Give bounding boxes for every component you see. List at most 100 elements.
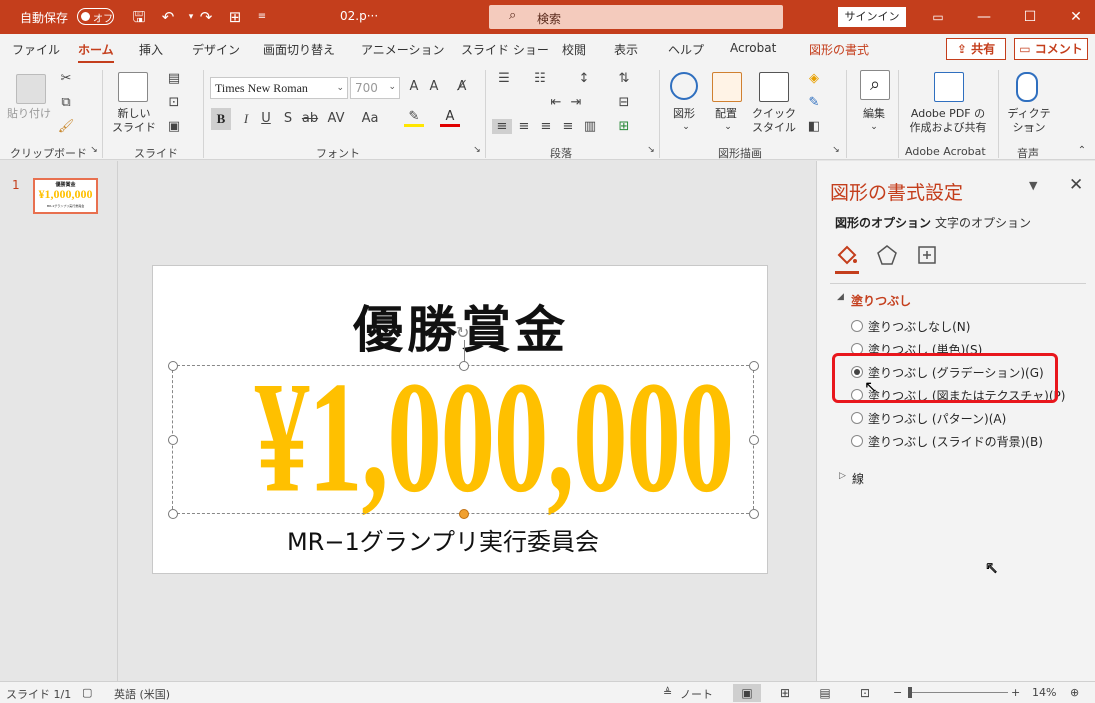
shadow-button[interactable]: S — [278, 111, 298, 126]
resize-handle-se[interactable] — [749, 509, 759, 519]
tab-acrobat[interactable]: Acrobat — [730, 41, 776, 55]
resize-handle-nw[interactable] — [168, 361, 178, 371]
tab-home[interactable]: ホーム — [78, 41, 114, 63]
tab-insert[interactable]: 挿入 — [139, 41, 163, 58]
tab-view[interactable]: 表示 — [614, 41, 638, 58]
char-spacing-icon[interactable]: AV — [326, 111, 346, 126]
italic-button[interactable]: I — [236, 111, 256, 127]
tab-animations[interactable]: アニメーション — [361, 41, 445, 58]
justify-icon[interactable]: ≡ — [558, 119, 578, 134]
comment-button[interactable]: ▭ コメント — [1014, 38, 1088, 60]
quick-styles-label-2[interactable]: スタイル — [748, 121, 800, 134]
effects-icon[interactable] — [875, 243, 899, 267]
zoom-slider-thumb[interactable] — [908, 687, 912, 698]
layout-icon[interactable]: ▤ — [164, 71, 184, 86]
chevron-down-icon[interactable]: ⌄ — [864, 121, 884, 134]
close-icon[interactable]: ✕ — [1069, 175, 1083, 195]
adobe-pdf-label-1[interactable]: Adobe PDF の — [904, 107, 992, 120]
shape-outline-icon[interactable]: ✎ — [804, 95, 824, 110]
tab-help[interactable]: ヘルプ — [668, 41, 704, 58]
align-left-icon[interactable]: ≡ — [492, 119, 512, 134]
arrange-icon[interactable] — [712, 72, 742, 102]
reading-view-button[interactable]: ▤ — [811, 684, 839, 702]
paste-icon[interactable] — [16, 74, 46, 104]
tab-design[interactable]: デザイン — [192, 41, 240, 58]
zoom-in-icon[interactable]: + — [1011, 686, 1020, 699]
font-color-icon[interactable]: A — [440, 109, 460, 127]
chevron-down-icon[interactable]: ⌄ — [676, 121, 696, 134]
new-slide-icon[interactable] — [118, 72, 148, 102]
fit-to-window-icon[interactable]: ⊕ — [1070, 686, 1079, 699]
normal-view-button[interactable]: ▣ — [733, 684, 761, 702]
resize-handle-e[interactable] — [749, 435, 759, 445]
slide-sorter-button[interactable]: ⊞ — [771, 684, 799, 702]
resize-handle-ne[interactable] — [749, 361, 759, 371]
reset-icon[interactable]: ⊡ — [164, 95, 184, 110]
clear-format-icon[interactable]: A̸ — [452, 79, 472, 94]
redo-icon[interactable]: ↷ — [195, 6, 217, 28]
shrink-font-icon[interactable]: A — [424, 79, 444, 94]
zoom-level[interactable]: 14% — [1032, 686, 1056, 699]
format-painter-icon[interactable]: 🖌 — [56, 119, 76, 134]
text-direction-icon[interactable]: ⇅ — [614, 71, 634, 86]
paste-button-label[interactable]: 貼り付け — [6, 107, 52, 120]
share-button[interactable]: ⇪ 共有 — [946, 38, 1006, 60]
edit-label[interactable]: 編集 — [852, 107, 896, 120]
customize-qat-icon[interactable]: ≡ — [251, 6, 273, 28]
line-spacing-icon[interactable]: ↕ — [574, 71, 594, 86]
zoom-out-icon[interactable]: − — [893, 686, 902, 699]
adobe-pdf-icon[interactable] — [934, 72, 964, 102]
signin-button[interactable]: サインイン — [838, 7, 906, 27]
drawing-launcher-icon[interactable]: ↘ — [826, 145, 846, 155]
shapes-icon[interactable] — [670, 72, 698, 100]
shapes-label[interactable]: 図形 — [664, 107, 704, 120]
microphone-icon[interactable] — [1016, 72, 1038, 102]
new-slide-label-2[interactable]: スライド — [106, 121, 162, 134]
copy-icon[interactable]: ⧉ — [56, 95, 76, 110]
language-status[interactable]: 英語 (米国) — [114, 686, 170, 702]
radio-button[interactable] — [851, 412, 863, 424]
fill-line-icon[interactable] — [835, 243, 859, 267]
numbering-icon[interactable]: ☷ — [530, 71, 550, 86]
resize-handle-sw[interactable] — [168, 509, 178, 519]
search-box[interactable]: ⌕ 検索 — [489, 5, 783, 29]
slide-footer-text[interactable]: MR−1グランプリ実行委員会 — [153, 522, 733, 557]
tab-review[interactable]: 校閲 — [562, 41, 586, 58]
font-name-select[interactable]: Times New Roman ⌄ — [210, 77, 348, 99]
quick-styles-icon[interactable] — [759, 72, 789, 102]
collapse-ribbon-icon[interactable]: ⌃ — [1072, 145, 1092, 156]
close-button[interactable]: ✕ — [1056, 5, 1095, 29]
align-center-icon[interactable]: ≡ — [514, 119, 534, 134]
chevron-down-icon[interactable]: ⌄ — [718, 121, 738, 134]
font-launcher-icon[interactable]: ↘ — [467, 145, 487, 155]
adobe-pdf-label-2[interactable]: 作成および共有 — [904, 121, 992, 134]
minimize-button[interactable]: — — [964, 5, 1004, 29]
section-icon[interactable]: ▣ — [164, 119, 184, 134]
arrange-label[interactable]: 配置 — [706, 107, 746, 120]
shape-effects-icon[interactable]: ◧ — [804, 119, 824, 134]
tab-slideshow[interactable]: スライド ショー — [461, 41, 549, 58]
notes-icon[interactable]: ≜ — [663, 686, 672, 699]
notes-button[interactable]: ノート — [680, 686, 713, 702]
tab-file[interactable]: ファイル — [12, 41, 60, 58]
new-slide-label-1[interactable]: 新しい — [106, 107, 162, 120]
autosave-toggle[interactable]: オフ — [77, 8, 114, 25]
undo-icon[interactable]: ↶ — [157, 6, 179, 28]
shape-fill-icon[interactable]: ◈ — [804, 71, 824, 86]
accessibility-icon[interactable]: ▢ — [82, 686, 92, 699]
bold-button[interactable]: B — [211, 108, 231, 130]
rotate-handle-icon[interactable]: ↻ — [456, 325, 472, 341]
strikethrough-button[interactable]: ab — [300, 111, 320, 126]
quick-styles-label-1[interactable]: クイック — [748, 107, 800, 120]
align-text-icon[interactable]: ⊟ — [614, 95, 634, 110]
save-icon[interactable]: 🖫 — [128, 6, 150, 28]
bullets-icon[interactable]: ☰ — [494, 71, 514, 86]
tab-shape-options[interactable]: 図形のオプション — [835, 214, 931, 231]
pane-options-icon[interactable]: ▼ — [1029, 179, 1037, 192]
highlight-color-icon[interactable]: ✎ — [404, 109, 424, 127]
grow-font-icon[interactable]: A — [404, 79, 424, 94]
maximize-button[interactable]: ☐ — [1010, 5, 1050, 29]
radio-button[interactable] — [851, 435, 863, 447]
slideshow-button[interactable]: ⊡ — [851, 684, 879, 702]
change-case-icon[interactable]: Aa — [360, 111, 380, 126]
